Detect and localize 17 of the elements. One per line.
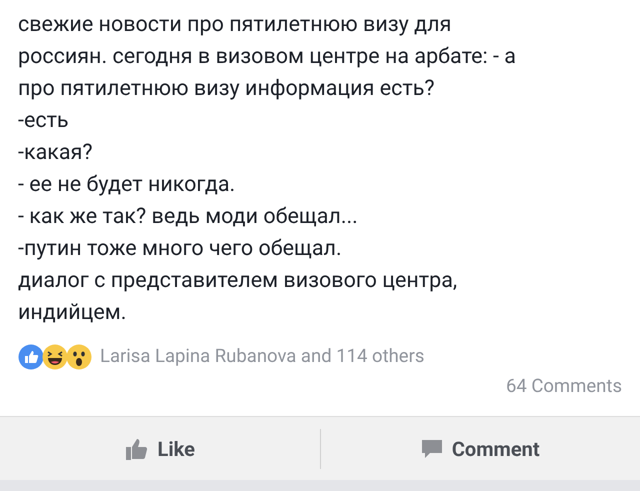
post-text-line: свежие новости про пятилетнюю визу для — [18, 11, 452, 39]
post-text-line: россиян. сегодня в визовом центре на арбате: - а — [18, 43, 516, 71]
post-text-line: -какая? — [18, 139, 93, 167]
like-button[interactable]: Like — [0, 417, 320, 480]
laughing-face-icon — [42, 344, 68, 370]
like-reaction-icon — [18, 344, 44, 370]
post-text-line: -есть — [18, 107, 69, 135]
post-text-line: - как же так? ведь моди обещал... — [18, 203, 358, 231]
surprised-face-icon — [66, 344, 92, 370]
post-text-line: -путин тоже много чего обещал. — [18, 235, 342, 263]
post-text-line: диалог с представителем визового центра, — [18, 267, 458, 295]
thumbs-up-icon — [124, 436, 149, 460]
post-text-line: про пятилетнюю визу информация есть? — [18, 75, 435, 103]
post-text-line: - ее не будет никогда. — [18, 171, 236, 199]
comment-button[interactable]: Comment — [320, 417, 640, 480]
post-text-line: индийцем. — [18, 299, 126, 327]
speech-bubble-icon — [420, 438, 443, 460]
